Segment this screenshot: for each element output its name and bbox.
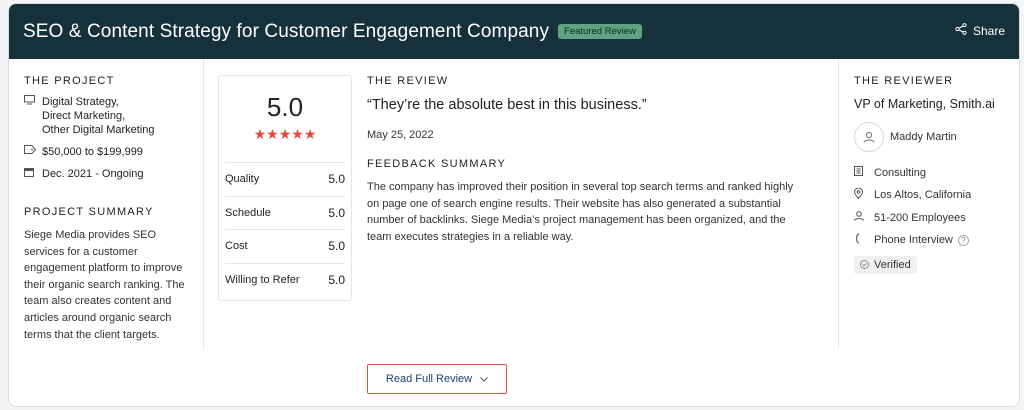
dates-value: Dec. 2021 - Ongoing <box>42 168 144 180</box>
phone-icon <box>854 233 874 247</box>
monitor-icon <box>24 95 42 110</box>
calendar-icon <box>24 167 42 182</box>
star-icon: ★ <box>266 126 279 142</box>
review-body: THE REVIEW “They’re the absolute best in… <box>367 75 807 245</box>
project-dates: Dec. 2021 - Ongoing <box>24 167 203 182</box>
verified-badge: Verified <box>854 256 917 274</box>
reviewer-name: Maddy Martin <box>890 131 957 143</box>
rating-row-cost: Cost 5.0 <box>225 229 345 263</box>
project-budget: $50,000 to $199,999 <box>24 145 203 159</box>
project-summary-heading: PROJECT SUMMARY <box>24 206 154 218</box>
avatar <box>854 122 884 152</box>
read-full-review-button[interactable]: Read Full Review <box>367 364 507 394</box>
review-heading: THE REVIEW <box>367 75 449 87</box>
rating-row-schedule: Schedule 5.0 <box>225 195 345 230</box>
review-date: May 25, 2022 <box>367 129 434 141</box>
overall-score: 5.0 <box>266 92 304 122</box>
service-item: Direct Marketing, <box>42 110 126 122</box>
reviewer-heading: THE REVIEWER <box>854 75 954 87</box>
rating-breakdown: Quality 5.0 Schedule 5.0 Cost 5.0 Willin… <box>225 162 345 296</box>
building-icon <box>854 166 874 179</box>
project-heading: THE PROJECT <box>24 75 115 87</box>
project-column: THE PROJECT Digital Strategy, Direct Mar… <box>9 59 204 349</box>
reviewer-location: Los Altos, California <box>853 187 1019 202</box>
review-card: SEO & Content Strategy for Customer Enga… <box>8 3 1020 407</box>
score-box: 5.0 ★★★★★ Quality 5.0 Schedule 5.0 Cost … <box>218 75 352 301</box>
feedback-summary-text: The company has improved their position … <box>367 181 794 243</box>
share-icon <box>955 23 967 38</box>
rating-label: Schedule <box>225 206 271 219</box>
rating-value: 5.0 <box>328 205 345 220</box>
rating-label: Cost <box>225 240 248 253</box>
star-icon: ★ <box>291 126 304 142</box>
chevron-down-icon <box>480 375 488 384</box>
review-title: SEO & Content Strategy for Customer Enga… <box>23 20 550 42</box>
user-icon <box>854 211 874 224</box>
user-icon <box>863 131 875 143</box>
rating-label: Quality <box>225 173 260 186</box>
star-icon: ★ <box>253 126 267 142</box>
star-icon: ★ <box>303 126 317 142</box>
star-icon: ★ <box>278 126 292 142</box>
company-size-value: 51-200 Employees <box>874 211 966 224</box>
industry-value: Consulting <box>874 166 926 179</box>
rating-row-quality: Quality 5.0 <box>225 162 345 196</box>
reviewer-company-size: 51-200 Employees <box>854 211 1019 224</box>
read-full-review-label: Read Full Review <box>385 373 473 385</box>
price-tag-icon <box>24 145 42 159</box>
review-column: 5.0 ★★★★★ Quality 5.0 Schedule 5.0 Cost … <box>204 59 839 349</box>
feedback-summary-heading: FEEDBACK SUMMARY <box>367 158 507 170</box>
method-value: Phone Interview <box>874 234 953 246</box>
service-item: Other Digital Marketing <box>42 124 155 136</box>
verified-label: Verified <box>874 259 911 271</box>
service-item: Digital Strategy, <box>42 96 119 108</box>
share-label: Share <box>972 23 1005 38</box>
reviewer-title: VP of Marketing, Smith.ai <box>854 97 995 111</box>
reviewer-method: Phone Interview ? <box>854 233 1019 247</box>
review-quote: “They’re the absolute best in this busin… <box>367 97 647 113</box>
reviewer-identity: Maddy Martin <box>854 122 1019 152</box>
budget-value: $50,000 to $199,999 <box>42 146 143 158</box>
reviewer-industry: Consulting <box>854 166 1019 179</box>
review-header: SEO & Content Strategy for Customer Enga… <box>9 4 1019 59</box>
star-rating: ★★★★★ <box>219 126 351 143</box>
rating-value: 5.0 <box>328 239 345 254</box>
featured-review-badge: Featured Review <box>558 24 642 39</box>
help-icon[interactable]: ? <box>957 234 969 246</box>
project-summary-text: Siege Media provides SEO services for a … <box>24 229 185 341</box>
project-services: Digital Strategy, Direct Marketing, Othe… <box>24 95 203 137</box>
share-button[interactable]: Share <box>955 23 1005 38</box>
rating-row-willing-to-refer: Willing to Refer 5.0 <box>225 262 345 297</box>
check-circle-icon <box>860 259 869 271</box>
reviewer-column: THE REVIEWER VP of Marketing, Smith.ai M… <box>838 59 1019 349</box>
rating-label: Willing to Refer <box>225 273 300 286</box>
location-pin-icon <box>853 187 874 202</box>
location-value: Los Altos, California <box>874 189 972 201</box>
rating-value: 5.0 <box>328 272 345 287</box>
rating-value: 5.0 <box>328 172 345 187</box>
